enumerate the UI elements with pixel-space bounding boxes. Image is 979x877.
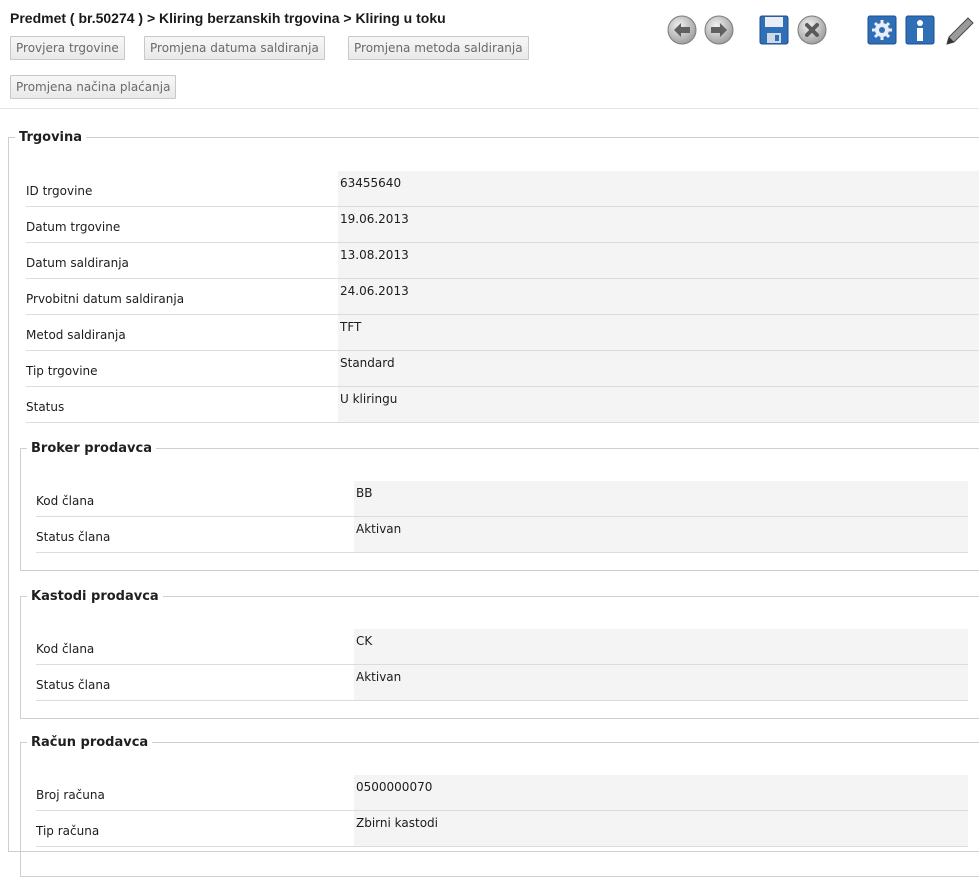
- field-label: Datum trgovine: [26, 220, 121, 234]
- trgovina-legend: Trgovina: [19, 130, 83, 145]
- row-status: Status U kliringu: [26, 387, 979, 423]
- field-label: Status člana: [36, 530, 111, 544]
- field-value: BB: [354, 481, 968, 517]
- row-kastodi-status-clana: Status člana Aktivan: [36, 665, 968, 701]
- promjena-datuma-saldiranja-button[interactable]: Promjena datuma saldiranja: [144, 36, 325, 60]
- cancel-icon[interactable]: [796, 14, 828, 46]
- racun-legend: Račun prodavca: [31, 735, 149, 750]
- field-value: 0500000070: [354, 775, 968, 811]
- field-label: Datum saldiranja: [26, 256, 129, 270]
- edit-pencil-icon[interactable]: [943, 14, 975, 46]
- row-broj-racuna: Broj računa 0500000070: [36, 775, 968, 811]
- field-value: Aktivan: [354, 517, 968, 553]
- field-label: Kod člana: [36, 642, 95, 656]
- save-icon[interactable]: [758, 14, 790, 46]
- promjena-nacina-placanja-button[interactable]: Promjena načina plaćanja: [10, 75, 177, 99]
- info-icon[interactable]: [904, 14, 936, 46]
- field-label: Tip trgovine: [26, 364, 98, 378]
- field-value: 24.06.2013: [338, 279, 979, 315]
- row-prvobitni-datum-saldiranja: Prvobitni datum saldiranja 24.06.2013: [26, 279, 979, 315]
- field-label: Metod saldiranja: [26, 328, 126, 342]
- field-label: Status: [26, 400, 65, 414]
- row-tip-racuna: Tip računa Zbirni kastodi: [36, 811, 968, 847]
- row-datum-saldiranja: Datum saldiranja 13.08.2013: [26, 243, 979, 279]
- field-value: 63455640: [338, 171, 979, 207]
- kastodi-legend: Kastodi prodavca: [31, 589, 159, 604]
- field-label: ID trgovine: [26, 184, 93, 198]
- field-value: Aktivan: [354, 665, 968, 701]
- field-value: Standard: [338, 351, 979, 387]
- row-tip-trgovine: Tip trgovine Standard: [26, 351, 979, 387]
- field-label: Status člana: [36, 678, 111, 692]
- field-value: TFT: [338, 315, 979, 351]
- field-value: 19.06.2013: [338, 207, 979, 243]
- field-label: Tip računa: [36, 824, 100, 838]
- field-value: Zbirni kastodi: [354, 811, 968, 847]
- back-arrow-icon[interactable]: [666, 14, 698, 46]
- provjera-trgovine-button[interactable]: Provjera trgovine: [10, 36, 125, 60]
- broker-legend: Broker prodavca: [31, 441, 152, 456]
- row-kastodi-kod-clana: Kod člana CK: [36, 629, 968, 665]
- field-label: Prvobitni datum saldiranja: [26, 292, 185, 306]
- field-label: Broj računa: [36, 788, 105, 802]
- row-datum-trgovine: Datum trgovine 19.06.2013: [26, 207, 979, 243]
- row-metod-saldiranja: Metod saldiranja TFT: [26, 315, 979, 351]
- header-divider: [0, 108, 979, 109]
- row-broker-kod-clana: Kod člana BB: [36, 481, 968, 517]
- row-broker-status-clana: Status člana Aktivan: [36, 517, 968, 553]
- settings-icon[interactable]: [866, 14, 898, 46]
- promjena-metoda-saldiranja-button[interactable]: Promjena metoda saldiranja: [348, 36, 529, 60]
- forward-arrow-icon[interactable]: [703, 14, 735, 46]
- row-id-trgovine: ID trgovine 63455640: [26, 171, 979, 207]
- field-label: Kod člana: [36, 494, 95, 508]
- field-value: 13.08.2013: [338, 243, 979, 279]
- breadcrumb: Predmet ( br.50274 ) > Kliring berzanski…: [10, 10, 446, 26]
- field-value: U kliringu: [338, 387, 979, 423]
- field-value: CK: [354, 629, 968, 665]
